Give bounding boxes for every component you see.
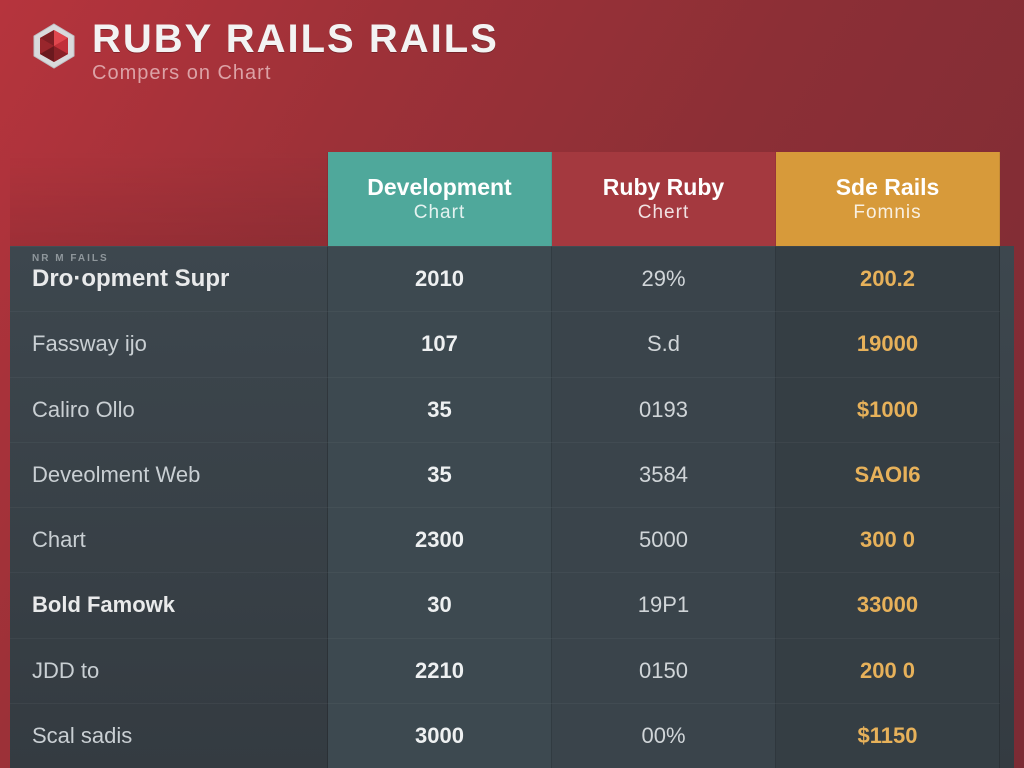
column-header-label: Development — [367, 174, 511, 200]
table-cell-value: 3584 — [639, 462, 688, 488]
table-cell: 107 — [328, 311, 552, 376]
row-label: JDD to — [10, 638, 328, 703]
page-title: RUBY RAILS RAILS — [92, 18, 499, 60]
table-cell: 2210 — [328, 638, 552, 703]
table-cell: 5000 — [552, 507, 776, 572]
table-cell: 19P1 — [552, 572, 776, 637]
comparison-table: DevelopmentChartRuby RubyChertSde RailsF… — [10, 152, 1014, 768]
table-cell: SAOI6 — [776, 442, 1000, 507]
table-cell-value: 00% — [641, 723, 685, 749]
table-cell-value: 0193 — [639, 397, 688, 423]
row-label-text: Scal sadis — [32, 723, 132, 749]
table-cell-value: 35 — [427, 397, 451, 423]
row-label-text: Fassway ijo — [32, 331, 147, 357]
column-header-sub: Chart — [414, 202, 465, 224]
table-cell-value: 2210 — [415, 658, 464, 684]
table-corner — [10, 152, 328, 246]
table-cell: 0150 — [552, 638, 776, 703]
table-cell-value: 200 0 — [860, 658, 915, 684]
row-label: Fassway ijo — [10, 311, 328, 376]
table-cell: 29% — [552, 246, 776, 311]
row-label: Bold Famowk — [10, 572, 328, 637]
table-cell-value: 19P1 — [638, 592, 689, 618]
page-subtitle: Compers on Chart — [92, 62, 499, 85]
table-cell-value: 2300 — [415, 527, 464, 553]
table-cell: 300 0 — [776, 507, 1000, 572]
table-cell: 2010 — [328, 246, 552, 311]
row-label-text: Chart — [32, 527, 86, 553]
row-label-text: Bold Famowk — [32, 592, 175, 618]
table-cell: 35 — [328, 377, 552, 442]
column-header-label: Sde Rails — [836, 174, 940, 200]
row-label: Deveolment Web — [10, 442, 328, 507]
table-cell: 200.2 — [776, 246, 1000, 311]
row-label-text: JDD to — [32, 658, 99, 684]
table-cell: 3584 — [552, 442, 776, 507]
table-cell: $1000 — [776, 377, 1000, 442]
table-cell: 2300 — [328, 507, 552, 572]
table-cell-value: 35 — [427, 462, 451, 488]
table-cell: 33000 — [776, 572, 1000, 637]
row-label-text: Dro·opment Supr — [32, 265, 229, 293]
table-cell-value: S.d — [647, 331, 680, 357]
column-header: DevelopmentChart — [328, 152, 552, 246]
table-cell-value: $1000 — [857, 397, 918, 423]
column-header: Sde RailsFomnis — [776, 152, 1000, 246]
table-cell-value: 0150 — [639, 658, 688, 684]
table-cell: 3000 — [328, 703, 552, 768]
table-cell: 200 0 — [776, 638, 1000, 703]
header: RUBY RAILS RAILS Compers on Chart — [0, 0, 1024, 85]
row-label-text: Deveolment Web — [32, 462, 200, 488]
row-label-text: Caliro Ollo — [32, 397, 135, 423]
table-cell: 19000 — [776, 311, 1000, 376]
row-label: Scal sadis — [10, 703, 328, 768]
column-header-sub: Fomnis — [853, 202, 921, 224]
row-label: Chart — [10, 507, 328, 572]
table-cell: $1150 — [776, 703, 1000, 768]
table-cell-value: 3000 — [415, 723, 464, 749]
table-cell: 00% — [552, 703, 776, 768]
column-header-sub: Chert — [638, 202, 689, 224]
row-label: Caliro Ollo — [10, 377, 328, 442]
column-header: Ruby RubyChert — [552, 152, 776, 246]
table-cell-value: 19000 — [857, 331, 918, 357]
row-label: NR M FAILSDro·opment Supr — [10, 246, 328, 311]
table-cell: S.d — [552, 311, 776, 376]
table-cell: 35 — [328, 442, 552, 507]
table-cell: 0193 — [552, 377, 776, 442]
table-cell-value: 29% — [641, 266, 685, 292]
table-cell-value: 5000 — [639, 527, 688, 553]
table-cell-value: 200.2 — [860, 266, 915, 292]
column-header-label: Ruby Ruby — [603, 174, 724, 200]
table-cell-value: 33000 — [857, 592, 918, 618]
table-cell-value: 300 0 — [860, 527, 915, 553]
table-cell-value: SAOI6 — [854, 462, 920, 488]
table-cell-value: $1150 — [858, 723, 918, 749]
table-cell-value: 30 — [427, 592, 451, 618]
table-cell: 30 — [328, 572, 552, 637]
ruby-logo-icon — [30, 22, 78, 70]
table-cell-value: 2010 — [415, 266, 464, 292]
row-mini-label: NR M FAILS — [32, 253, 109, 264]
table-cell-value: 107 — [421, 331, 458, 357]
